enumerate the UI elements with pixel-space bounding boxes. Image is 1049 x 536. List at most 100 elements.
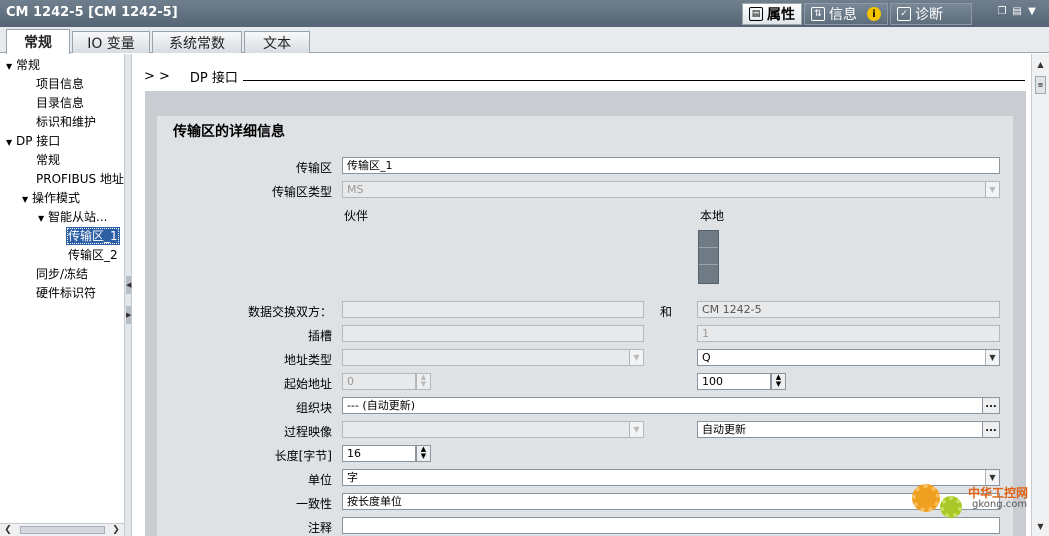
transfer-area-label: 传输区	[295, 161, 332, 175]
vertical-scrollbar[interactable]: ▲ ≡ ▼	[1031, 54, 1049, 536]
tab-properties[interactable]: ▤ 属性	[742, 3, 802, 25]
module-icon	[698, 230, 719, 284]
tab-info-label: 信息	[829, 7, 857, 23]
expanded-icon: ▼	[6, 138, 13, 147]
expanded-icon: ▼	[38, 214, 45, 223]
breadcrumb-separator: > >	[144, 69, 170, 84]
partner-header: 伙伴	[344, 209, 369, 223]
dropdown-icon[interactable]: ▼	[1026, 6, 1038, 18]
browse-button[interactable]: ...	[982, 398, 999, 413]
length-spinner[interactable]: ▲ ▼	[416, 445, 431, 462]
local-exchange-field: CM 1242-5	[697, 301, 1000, 318]
length-label: 长度[字节]	[274, 449, 332, 463]
chevron-down-icon[interactable]: ▼	[985, 350, 999, 365]
transfer-type-label: 传输区类型	[271, 185, 332, 199]
partner-slot-field	[342, 325, 644, 342]
navigation-tree: ▼ 常规 项目信息 目录信息 标识和维护 ▼ DP 接口 常规 PROFIBUS 地…	[0, 54, 124, 524]
consistency-select[interactable]: 按长度单位	[342, 493, 1000, 510]
properties-tab-row: 常规 IO 变量 系统常数 文本	[0, 27, 1049, 54]
properties-content: > > DP 接口 传输区的详细信息 传输区 传输区_1 传输区类型 MS ▼ …	[132, 54, 1031, 536]
window-title: CM 1242-5 [CM 1242-5]	[6, 5, 178, 20]
unit-select[interactable]: 字 ▼	[342, 469, 1000, 486]
restore-icon[interactable]: ❐	[996, 6, 1008, 18]
breadcrumb-line	[243, 80, 1025, 81]
watermark-logo: 中华工控网 gkong.com	[912, 482, 1042, 522]
tab-system-constants[interactable]: 系统常数	[152, 31, 242, 53]
tab-general[interactable]: 常规	[6, 29, 70, 54]
section-title: 传输区的详细信息	[173, 124, 285, 140]
tab-diagnostics-label: 诊断	[915, 7, 943, 23]
partner-exchange-field	[342, 301, 644, 318]
tab-io-tags[interactable]: IO 变量	[72, 31, 150, 53]
tree-item-transfer-area-2[interactable]: 传输区_2	[68, 246, 118, 264]
local-address-type-select[interactable]: Q ▼	[697, 349, 1000, 366]
start-address-label: 起始地址	[283, 377, 332, 391]
organization-block-label: 组织块	[295, 401, 332, 415]
info-badge-icon: i	[867, 7, 881, 21]
length-field[interactable]: 16	[342, 445, 416, 462]
scroll-right-icon[interactable]: ❯	[110, 525, 122, 536]
tab-diagnostics[interactable]: ✓ 诊断	[890, 3, 972, 25]
local-header: 本地	[700, 209, 725, 223]
tree-item-transfer-area-1[interactable]: 传输区_1	[66, 227, 120, 245]
address-type-label: 地址类型	[283, 353, 332, 367]
watermark-url: gkong.com	[972, 499, 1028, 510]
properties-icon: ▤	[749, 7, 763, 21]
tree-item-dp-general[interactable]: 常规	[36, 151, 60, 169]
partner-start-address-field: 0	[342, 373, 416, 390]
local-process-image-field[interactable]: 自动更新 ...	[697, 421, 1000, 438]
gear-icon	[940, 496, 962, 518]
organization-block-field[interactable]: --- (自动更新) ...	[342, 397, 1000, 414]
partner-process-image-select: ▼	[342, 421, 644, 438]
title-bar: CM 1242-5 [CM 1242-5] ▤ 属性 ⇅ 信息 i ✓ 诊断 ❐…	[0, 0, 1049, 27]
expand-right-icon[interactable]: ▶	[126, 306, 131, 324]
partner-start-address-spinner: ▲ ▼	[416, 373, 431, 390]
chevron-down-icon: ▼	[985, 182, 999, 197]
consistency-label: 一致性	[295, 497, 332, 511]
tree-item-dp-interface[interactable]: ▼ DP 接口	[6, 132, 60, 150]
breadcrumb: > > DP 接口	[144, 67, 238, 86]
tree-horizontal-scrollbar[interactable]: ❮ ❯	[0, 523, 124, 536]
info-icon: ⇅	[811, 7, 825, 21]
tree-item-i-slave[interactable]: ▼ 智能从站...	[38, 208, 107, 226]
scroll-left-icon[interactable]: ❮	[2, 525, 14, 536]
gear-icon	[912, 484, 940, 512]
tree-item-catalog-info[interactable]: 目录信息	[36, 94, 84, 112]
scroll-thumb[interactable]: ≡	[1035, 76, 1046, 94]
collapse-left-icon[interactable]: ◀	[126, 276, 131, 294]
and-label: 和	[660, 305, 673, 319]
tree-item-hw-identifier[interactable]: 硬件标识符	[36, 284, 96, 302]
tree-item-profibus-address[interactable]: PROFIBUS 地址	[36, 170, 124, 188]
partner-address-type-select: ▼	[342, 349, 644, 366]
local-start-address-field[interactable]: 100	[697, 373, 771, 390]
minimize-icon[interactable]: ▤	[1011, 6, 1023, 18]
chevron-down-icon: ▼	[629, 350, 643, 365]
expanded-icon: ▼	[22, 195, 29, 204]
chevron-down-icon: ▼	[629, 422, 643, 437]
browse-button[interactable]: ...	[982, 422, 999, 437]
process-image-label: 过程映像	[283, 425, 332, 439]
tree-item-general[interactable]: ▼ 常规	[6, 56, 40, 74]
local-start-address-spinner[interactable]: ▲ ▼	[771, 373, 786, 390]
unit-label: 单位	[307, 473, 332, 487]
inspector-tabs: ▤ 属性 ⇅ 信息 i ✓ 诊断	[742, 3, 974, 25]
transfer-type-select: MS ▼	[342, 181, 1000, 198]
comment-input[interactable]	[342, 517, 1000, 534]
comment-label: 注释	[307, 521, 332, 535]
panel-splitter[interactable]: ◀ ▶	[124, 54, 132, 536]
tree-item-project-info[interactable]: 项目信息	[36, 75, 84, 93]
diagnostics-icon: ✓	[897, 7, 911, 21]
breadcrumb-label: DP 接口	[189, 71, 238, 86]
tree-item-operating-mode[interactable]: ▼ 操作模式	[22, 189, 80, 207]
tab-texts[interactable]: 文本	[244, 31, 310, 53]
window-controls: ❐ ▤ ▼	[996, 6, 1038, 18]
transfer-area-input[interactable]: 传输区_1	[342, 157, 1000, 174]
expanded-icon: ▼	[6, 62, 13, 71]
tab-info[interactable]: ⇅ 信息 i	[804, 3, 888, 25]
slot-label: 插槽	[307, 329, 332, 343]
tree-item-sync-freeze[interactable]: 同步/冻结	[36, 265, 88, 283]
scroll-thumb[interactable]	[20, 526, 105, 534]
tree-item-identification[interactable]: 标识和维护	[36, 113, 96, 131]
scroll-up-icon[interactable]: ▲	[1034, 58, 1047, 71]
exchange-label: 数据交换双方：	[247, 305, 332, 319]
